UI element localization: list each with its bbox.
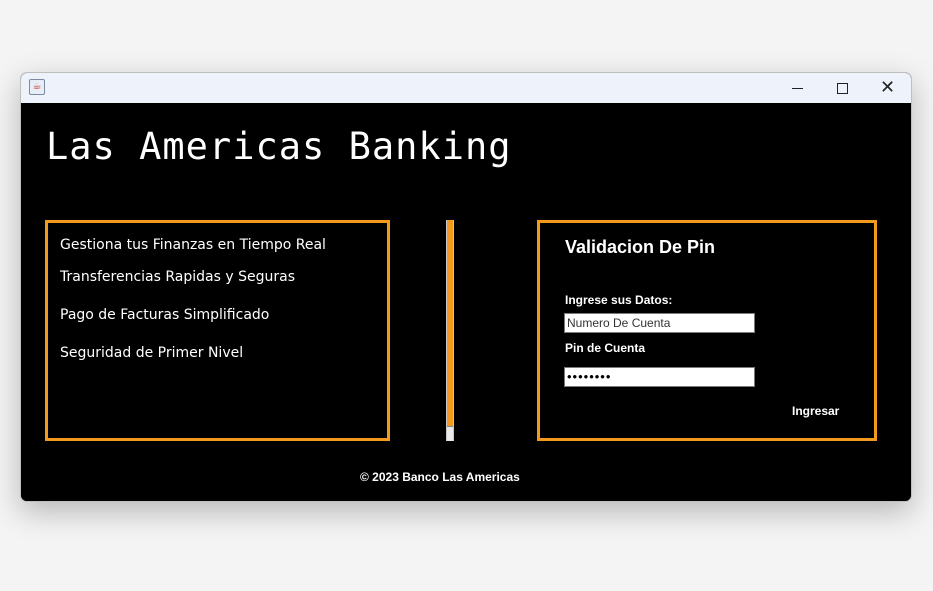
title-bar: ☕ ✕: [21, 73, 911, 103]
footer-copyright: © 2023 Banco Las Americas: [360, 470, 520, 484]
submit-button[interactable]: Ingresar: [792, 404, 839, 418]
split-divider[interactable]: [446, 220, 454, 441]
close-icon: ✕: [879, 77, 896, 98]
data-label: Ingrese sus Datos:: [565, 293, 673, 307]
page-title: Las Americas Banking: [46, 125, 512, 168]
minimize-icon: [792, 87, 803, 89]
pin-validation-panel: Validacion De Pin Ingrese sus Datos: Pin…: [537, 220, 877, 441]
divider-handle[interactable]: [447, 426, 453, 441]
account-number-field[interactable]: [564, 313, 755, 333]
maximize-button[interactable]: [820, 73, 865, 103]
close-button[interactable]: ✕: [865, 73, 910, 103]
feature-item: Seguridad de Primer Nivel: [60, 345, 244, 361]
pin-label: Pin de Cuenta: [565, 341, 646, 355]
feature-item: Transferencias Rapidas y Seguras: [60, 269, 295, 285]
pin-field[interactable]: ••••••••: [564, 367, 755, 387]
feature-item: Pago de Facturas Simplificado: [60, 307, 270, 323]
features-panel: Gestiona tus Finanzas en Tiempo Real Tra…: [45, 220, 390, 441]
main-content: Las Americas Banking Gestiona tus Finanz…: [21, 103, 911, 501]
maximize-icon: [837, 82, 848, 94]
app-window: ☕ ✕ Las Americas Banking Gestiona tus Fi…: [20, 72, 912, 502]
minimize-button[interactable]: [775, 73, 820, 103]
login-title: Validacion De Pin: [565, 237, 716, 257]
feature-item: Gestiona tus Finanzas en Tiempo Real: [60, 237, 326, 253]
java-app-icon: ☕: [29, 79, 45, 95]
